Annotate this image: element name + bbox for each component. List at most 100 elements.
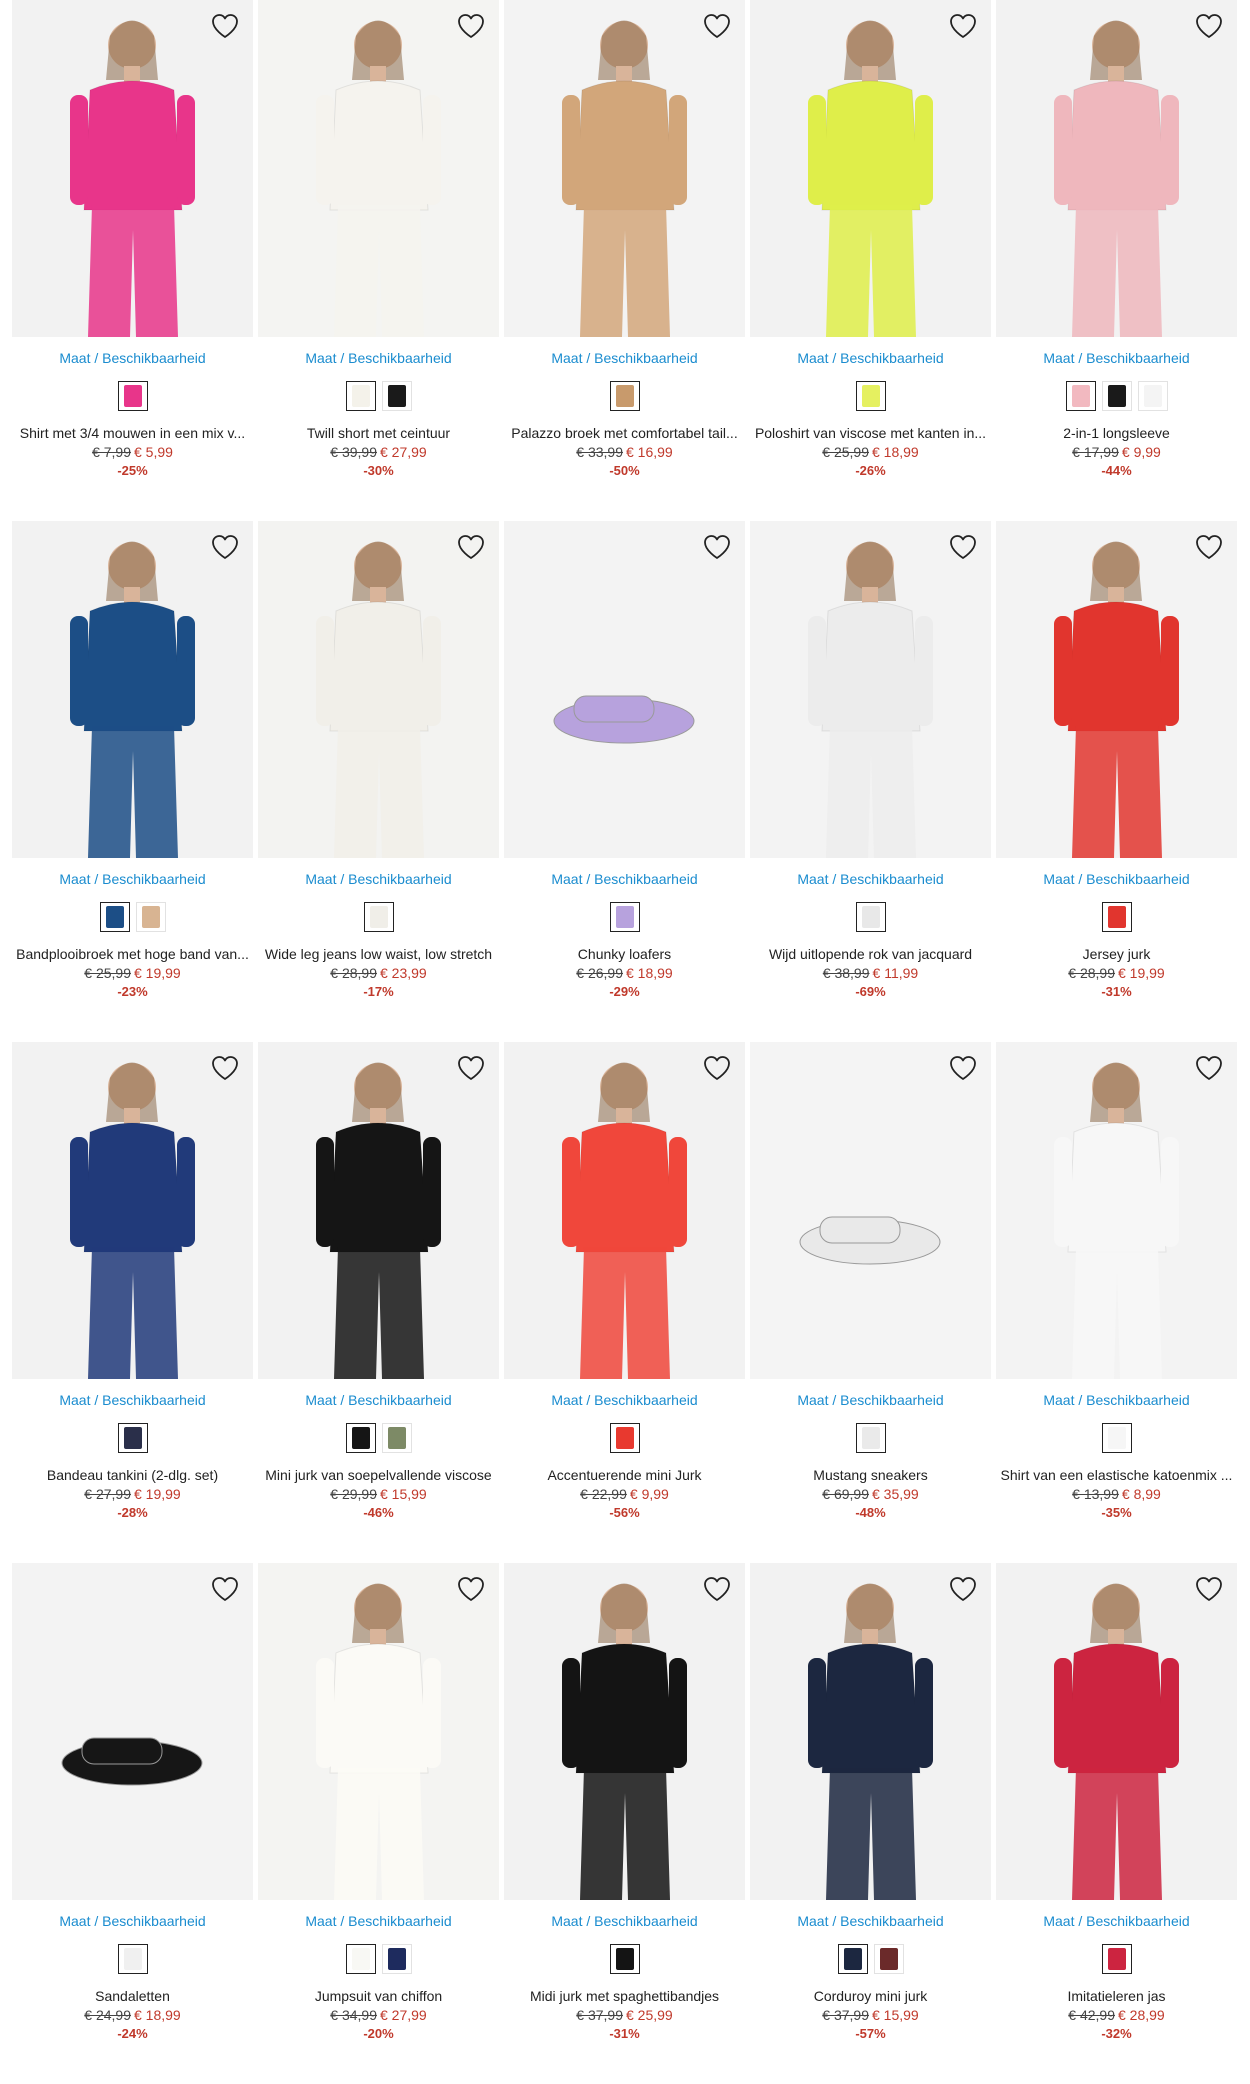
wishlist-heart-icon[interactable] [455,531,487,563]
wishlist-heart-icon[interactable] [209,10,241,42]
product-title[interactable]: Jersey jurk [996,945,1237,963]
size-availability-link[interactable]: Maat / Beschikbaarheid [12,870,253,888]
product-title[interactable]: Sandaletten [12,1987,253,2005]
product-title[interactable]: Mustang sneakers [750,1466,991,1484]
color-swatch[interactable] [117,1423,148,1453]
product-card[interactable]: Maat / Beschikbaarheid Accentuerende min… [504,1042,745,1563]
color-swatch[interactable] [609,381,640,411]
product-card[interactable]: Maat / Beschikbaarheid Imitatieleren jas… [996,1563,1237,2084]
color-swatch[interactable] [381,1944,412,1974]
wishlist-heart-icon[interactable] [455,1052,487,1084]
product-card[interactable]: Maat / Beschikbaarheid Poloshirt van vis… [750,0,991,521]
size-availability-link[interactable]: Maat / Beschikbaarheid [750,1391,991,1409]
product-image[interactable] [12,521,253,858]
color-swatch[interactable] [345,1423,376,1453]
product-title[interactable]: Bandplooibroek met hoge band van... [12,945,253,963]
product-image[interactable] [996,0,1237,337]
product-card[interactable]: Maat / Beschikbaarheid Twill short met c… [258,0,499,521]
product-card[interactable]: Maat / Beschikbaarheid Bandplooibroek me… [12,521,253,1042]
color-swatch[interactable] [117,381,148,411]
color-swatch[interactable] [1101,1944,1132,1974]
product-card[interactable]: Maat / Beschikbaarheid Corduroy mini jur… [750,1563,991,2084]
product-card[interactable]: Maat / Beschikbaarheid Mustang sneakers … [750,1042,991,1563]
color-swatch[interactable] [1101,1423,1132,1453]
color-swatch[interactable] [855,1423,886,1453]
wishlist-heart-icon[interactable] [1193,1052,1225,1084]
wishlist-heart-icon[interactable] [209,531,241,563]
product-title[interactable]: Midi jurk met spaghettibandjes [504,1987,745,2005]
product-image[interactable] [258,1563,499,1900]
size-availability-link[interactable]: Maat / Beschikbaarheid [996,1391,1237,1409]
product-image[interactable] [996,1563,1237,1900]
wishlist-heart-icon[interactable] [1193,10,1225,42]
product-card[interactable]: Maat / Beschikbaarheid Midi jurk met spa… [504,1563,745,2084]
size-availability-link[interactable]: Maat / Beschikbaarheid [996,870,1237,888]
size-availability-link[interactable]: Maat / Beschikbaarheid [258,1391,499,1409]
product-image[interactable] [750,1042,991,1379]
color-swatch[interactable] [345,381,376,411]
product-image[interactable] [750,1563,991,1900]
color-swatch[interactable] [609,1944,640,1974]
product-card[interactable]: Maat / Beschikbaarheid Chunky loafers € … [504,521,745,1042]
product-title[interactable]: Accentuerende mini Jurk [504,1466,745,1484]
size-availability-link[interactable]: Maat / Beschikbaarheid [12,1912,253,1930]
product-card[interactable]: Maat / Beschikbaarheid Shirt met 3/4 mou… [12,0,253,521]
product-card[interactable]: Maat / Beschikbaarheid Wide leg jeans lo… [258,521,499,1042]
color-swatch[interactable] [1101,381,1132,411]
size-availability-link[interactable]: Maat / Beschikbaarheid [258,870,499,888]
wishlist-heart-icon[interactable] [455,1573,487,1605]
product-image[interactable] [750,0,991,337]
wishlist-heart-icon[interactable] [947,531,979,563]
wishlist-heart-icon[interactable] [1193,531,1225,563]
wishlist-heart-icon[interactable] [947,1573,979,1605]
color-swatch[interactable] [99,902,130,932]
size-availability-link[interactable]: Maat / Beschikbaarheid [258,349,499,367]
wishlist-heart-icon[interactable] [209,1573,241,1605]
wishlist-heart-icon[interactable] [1193,1573,1225,1605]
product-card[interactable]: Maat / Beschikbaarheid Jersey jurk € 28,… [996,521,1237,1042]
product-image[interactable] [504,1563,745,1900]
size-availability-link[interactable]: Maat / Beschikbaarheid [504,1391,745,1409]
size-availability-link[interactable]: Maat / Beschikbaarheid [12,1391,253,1409]
color-swatch[interactable] [1065,381,1096,411]
color-swatch[interactable] [117,1944,148,1974]
size-availability-link[interactable]: Maat / Beschikbaarheid [750,870,991,888]
color-swatch[interactable] [345,1944,376,1974]
size-availability-link[interactable]: Maat / Beschikbaarheid [996,1912,1237,1930]
wishlist-heart-icon[interactable] [209,1052,241,1084]
product-image[interactable] [12,1042,253,1379]
color-swatch[interactable] [381,1423,412,1453]
product-image[interactable] [12,0,253,337]
product-title[interactable]: Wijd uitlopende rok van jacquard [750,945,991,963]
size-availability-link[interactable]: Maat / Beschikbaarheid [258,1912,499,1930]
size-availability-link[interactable]: Maat / Beschikbaarheid [750,1912,991,1930]
color-swatch[interactable] [609,1423,640,1453]
product-title[interactable]: Shirt met 3/4 mouwen in een mix v... [12,424,253,442]
product-title[interactable]: 2-in-1 longsleeve [996,424,1237,442]
product-image[interactable] [504,1042,745,1379]
product-card[interactable]: Maat / Beschikbaarheid Bandeau tankini (… [12,1042,253,1563]
product-card[interactable]: Maat / Beschikbaarheid Sandaletten € 24,… [12,1563,253,2084]
size-availability-link[interactable]: Maat / Beschikbaarheid [504,1912,745,1930]
size-availability-link[interactable]: Maat / Beschikbaarheid [750,349,991,367]
product-title[interactable]: Corduroy mini jurk [750,1987,991,2005]
color-swatch[interactable] [363,902,394,932]
size-availability-link[interactable]: Maat / Beschikbaarheid [504,870,745,888]
product-title[interactable]: Bandeau tankini (2-dlg. set) [12,1466,253,1484]
product-image[interactable] [12,1563,253,1900]
product-title[interactable]: Palazzo broek met comfortabel tail... [504,424,745,442]
product-card[interactable]: Maat / Beschikbaarheid Shirt van een ela… [996,1042,1237,1563]
product-title[interactable]: Mini jurk van soepelvallende viscose [258,1466,499,1484]
product-card[interactable]: Maat / Beschikbaarheid Jumpsuit van chif… [258,1563,499,2084]
wishlist-heart-icon[interactable] [701,1573,733,1605]
product-card[interactable]: Maat / Beschikbaarheid Wijd uitlopende r… [750,521,991,1042]
product-card[interactable]: Maat / Beschikbaarheid Mini jurk van soe… [258,1042,499,1563]
color-swatch[interactable] [855,902,886,932]
wishlist-heart-icon[interactable] [701,1052,733,1084]
product-title[interactable]: Shirt van een elastische katoenmix ... [996,1466,1237,1484]
color-swatch[interactable] [873,1944,904,1974]
product-title[interactable]: Chunky loafers [504,945,745,963]
color-swatch[interactable] [855,381,886,411]
color-swatch[interactable] [381,381,412,411]
wishlist-heart-icon[interactable] [701,10,733,42]
